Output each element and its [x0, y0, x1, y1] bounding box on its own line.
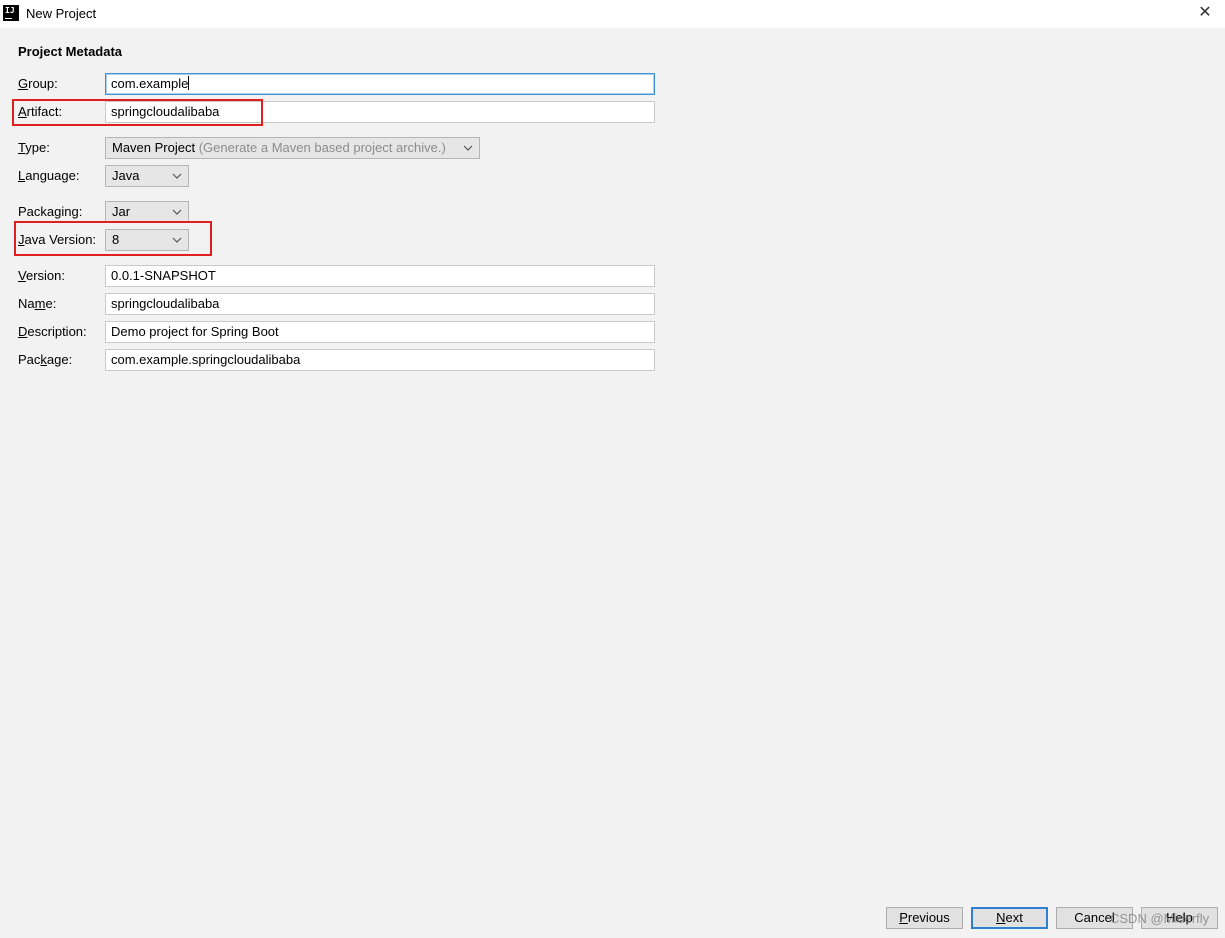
language-select-value: Java — [112, 168, 140, 183]
group-input[interactable]: com.example — [105, 73, 655, 95]
package-label: Package: — [18, 352, 73, 367]
close-icon[interactable]: ✕ — [1195, 3, 1215, 23]
group-label: Group: — [18, 76, 58, 91]
package-input[interactable]: com.example.springcloudalibaba — [105, 349, 655, 371]
packaging-label: Packaging: — [18, 204, 83, 219]
chevron-down-icon — [172, 173, 182, 179]
watermark: CSDN @Miderfly — [1110, 911, 1210, 926]
text-caret — [188, 76, 190, 90]
packaging-select[interactable]: Jar — [105, 201, 189, 223]
previous-button[interactable]: Previous — [886, 907, 963, 929]
description-label: Description: — [18, 324, 87, 339]
type-label: Type: — [18, 140, 50, 155]
type-select[interactable]: Maven Project (Generate a Maven based pr… — [105, 137, 480, 159]
version-input[interactable]: 0.0.1-SNAPSHOT — [105, 265, 655, 287]
window-title: New Project — [26, 6, 97, 21]
section-title: Project Metadata — [18, 44, 123, 59]
java-version-highlight-box — [14, 221, 212, 256]
language-label: Language: — [18, 168, 80, 183]
chevron-down-icon — [172, 209, 182, 215]
artifact-highlight-box — [12, 99, 263, 126]
type-select-hint: (Generate a Maven based project archive.… — [198, 140, 446, 155]
name-label: Name: — [18, 296, 57, 311]
chevron-down-icon — [463, 145, 473, 151]
version-label: Version: — [18, 268, 65, 283]
packaging-select-value: Jar — [112, 204, 131, 219]
title-bar: IJ New Project ✕ — [0, 0, 1225, 28]
next-button[interactable]: Next — [971, 907, 1048, 929]
description-input[interactable]: Demo project for Spring Boot — [105, 321, 655, 343]
type-select-value: Maven Project — [112, 140, 196, 155]
name-input[interactable]: springcloudalibaba — [105, 293, 655, 315]
intellij-icon: IJ — [3, 5, 19, 21]
language-select[interactable]: Java — [105, 165, 189, 187]
